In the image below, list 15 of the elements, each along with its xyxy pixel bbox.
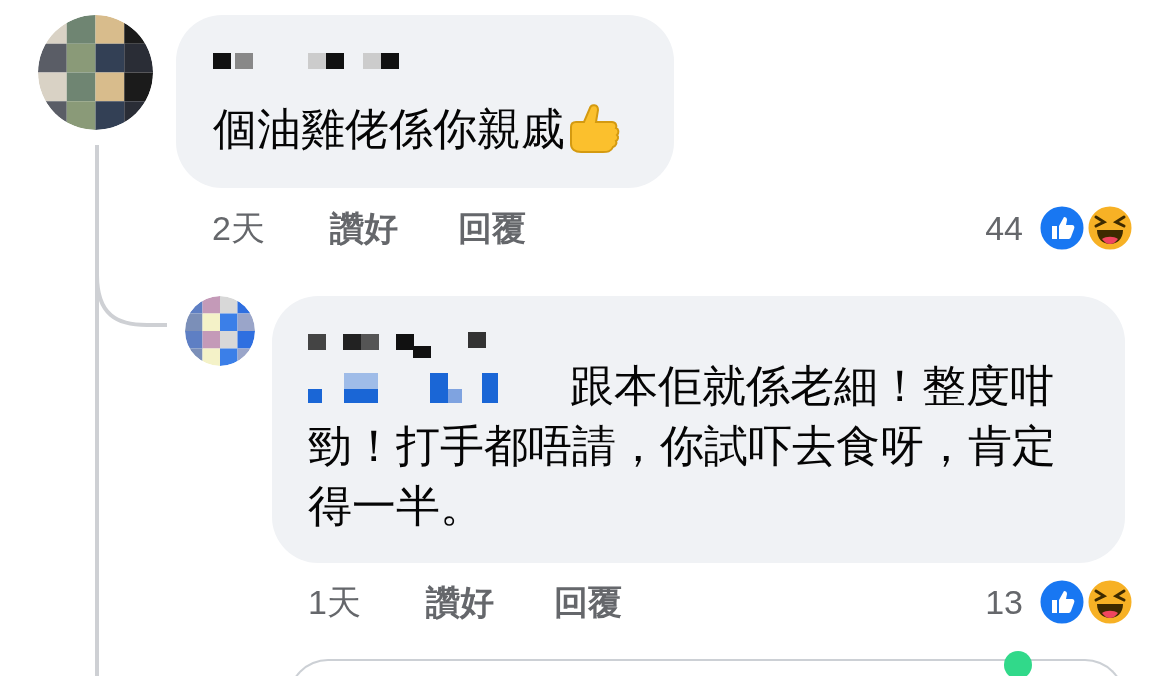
reply-text: 跟本佢就係老細！整度咁勁！打手都唔請，你試吓去食呀，肯定得一半。 bbox=[308, 360, 1057, 532]
like-reaction-icon bbox=[1037, 577, 1087, 627]
comment-time[interactable]: 2天 bbox=[212, 202, 330, 254]
avatar[interactable] bbox=[38, 15, 153, 130]
like-reaction-icon bbox=[1037, 203, 1087, 253]
laughing-face-icon bbox=[1085, 577, 1135, 627]
reply-link[interactable]: 回覆 bbox=[554, 576, 622, 628]
comment-time[interactable]: 1天 bbox=[308, 576, 426, 628]
like-link[interactable]: 讚好 bbox=[426, 576, 554, 628]
laughing-face-icon bbox=[1085, 203, 1135, 253]
reply-link[interactable]: 回覆 bbox=[458, 202, 526, 254]
reaction-count[interactable]: 13 bbox=[985, 576, 1023, 628]
reaction-count[interactable]: 44 bbox=[985, 202, 1023, 254]
like-link[interactable]: 讚好 bbox=[330, 202, 458, 254]
comment-text: 個油雞佬係你親戚 bbox=[213, 104, 565, 154]
